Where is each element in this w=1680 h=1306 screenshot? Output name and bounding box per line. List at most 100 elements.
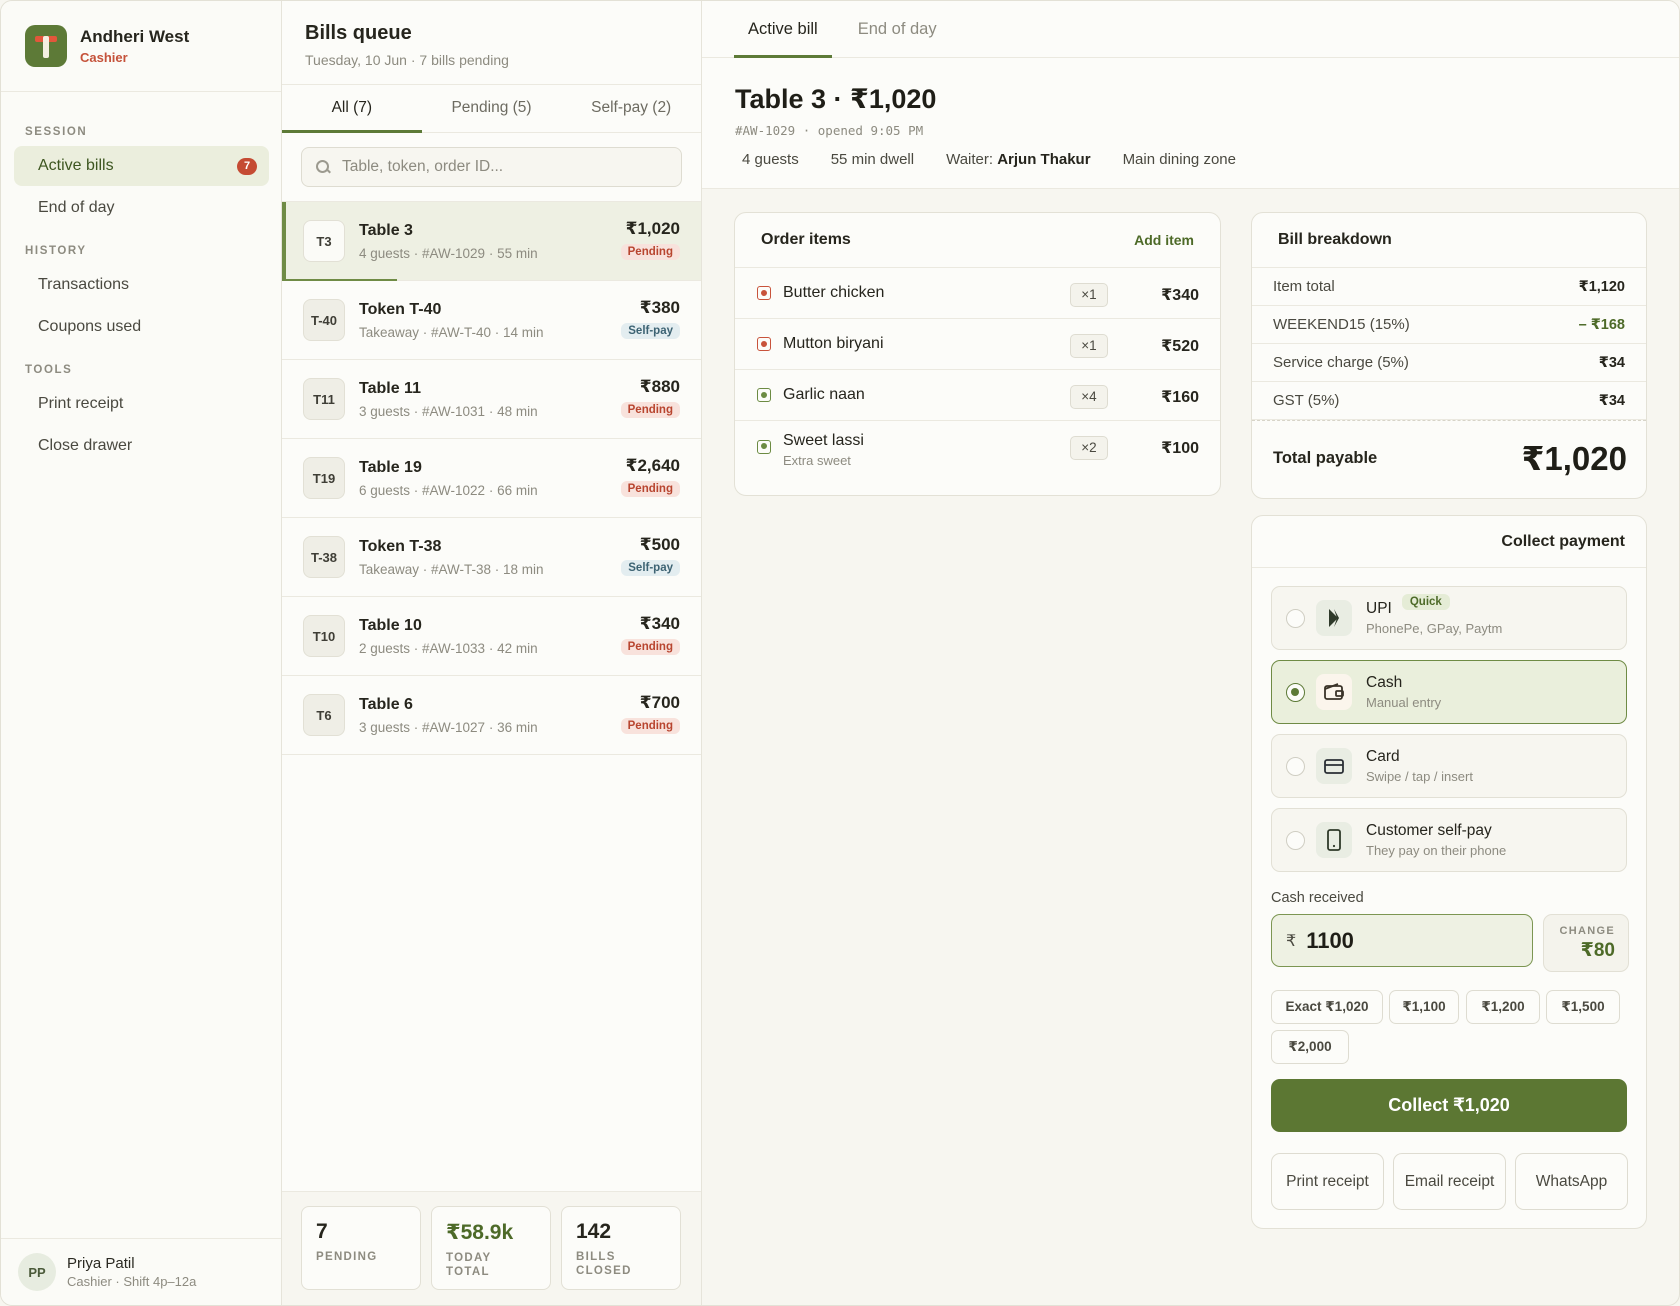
- bill-amount: ₹380: [639, 298, 680, 317]
- queue-stats: 7 PENDING ₹58.9k TODAY TOTAL 142 BILLS C…: [282, 1191, 701, 1305]
- sidebar-item-end-of-day[interactable]: End of day: [14, 188, 269, 228]
- dwell-time: 55 min dwell: [830, 151, 915, 168]
- sidebar-item-label: Print receipt: [38, 395, 124, 412]
- search-input[interactable]: [342, 158, 662, 176]
- item-quantity[interactable]: ×2: [1070, 436, 1108, 460]
- breakdown-value: – ₹168: [1578, 316, 1625, 333]
- tab-self-pay[interactable]: Self-pay (2): [561, 85, 701, 132]
- phone-icon: [1316, 822, 1352, 858]
- bill-meta: 4 guests · #AW-1029 · 55 min: [359, 245, 538, 261]
- rupee-icon: ₹: [1286, 932, 1297, 950]
- total-payable-label: Total payable: [1273, 449, 1378, 467]
- item-quantity[interactable]: ×4: [1070, 385, 1108, 409]
- payment-method-customer-self-pay[interactable]: Customer self-pay They pay on their phon…: [1271, 808, 1627, 872]
- stat-value: 7: [316, 1220, 328, 1243]
- non-veg-indicator-icon: [757, 286, 771, 300]
- bill-row[interactable]: T11 Table 11 3 guests · #AW-1031 · 48 mi…: [282, 360, 701, 439]
- bill-row[interactable]: T10 Table 10 2 guests · #AW-1033 · 42 mi…: [282, 597, 701, 676]
- sidebar-item-coupons-used[interactable]: Coupons used: [14, 307, 269, 347]
- order-item-row[interactable]: Sweet lassi Extra sweet ×2 ₹100: [735, 421, 1220, 472]
- tab-end-of-day[interactable]: End of day: [844, 1, 951, 57]
- collect-payment-title: Collect payment: [1501, 532, 1625, 550]
- queue-header: Bills queue Tuesday, 10 Jun · 7 bills pe…: [282, 1, 701, 85]
- item-quantity[interactable]: ×1: [1070, 334, 1108, 358]
- tab-pending[interactable]: Pending (5): [422, 85, 562, 132]
- payment-method-name: UPI: [1366, 600, 1392, 617]
- stat-label: PENDING: [316, 1251, 378, 1263]
- collect-payment-button[interactable]: Collect ₹1,020: [1271, 1079, 1627, 1132]
- tab-all[interactable]: All (7): [282, 85, 422, 133]
- brand-logo: [25, 25, 67, 67]
- bill-meta: Takeaway · #AW-T-40 · 14 min: [359, 324, 544, 340]
- order-items-card: Order items Add item Butter chicken ×1 ₹…: [734, 212, 1221, 496]
- payment-method-sub: Manual entry: [1366, 695, 1442, 710]
- bill-list: T3 Table 3 4 guests · #AW-1029 · 55 min …: [282, 202, 701, 755]
- cash-received-input[interactable]: [1306, 927, 1507, 954]
- item-price: ₹520: [1161, 338, 1199, 355]
- order-item-row[interactable]: Garlic naan ×4 ₹160: [735, 370, 1220, 421]
- sidebar-item-transactions[interactable]: Transactions: [14, 265, 269, 305]
- email-receipt-button[interactable]: Email receipt: [1393, 1153, 1506, 1210]
- order-item-row[interactable]: Butter chicken ×1 ₹340: [735, 268, 1220, 319]
- stat-today-total: ₹58.9k TODAY TOTAL: [431, 1206, 551, 1290]
- tab-active-bill[interactable]: Active bill: [734, 1, 832, 58]
- whatsapp-button[interactable]: WhatsApp: [1515, 1153, 1628, 1210]
- stat-value: 142: [576, 1220, 612, 1243]
- dining-zone: Main dining zone: [1122, 151, 1236, 168]
- guest-count: 4 guests: [742, 151, 799, 168]
- radio-button[interactable]: [1286, 682, 1305, 702]
- sidebar-item-close-drawer[interactable]: Close drawer: [14, 426, 269, 466]
- outlet-name: Andheri West: [80, 27, 190, 46]
- user-shift: Cashier · Shift 4p–12a: [67, 1274, 197, 1289]
- order-item-row[interactable]: Mutton biryani ×1 ₹520: [735, 319, 1220, 370]
- radio-button[interactable]: [1286, 756, 1305, 776]
- breakdown-label: Item total: [1273, 278, 1335, 295]
- waiter-name: Arjun Thakur: [997, 151, 1091, 168]
- quick-amount-2000[interactable]: ₹2,000: [1271, 1030, 1349, 1064]
- waiter: Waiter: Arjun Thakur: [946, 151, 1090, 168]
- quick-amount-1200[interactable]: ₹1,200: [1466, 990, 1540, 1024]
- item-name: Butter chicken: [783, 284, 885, 301]
- print-receipt-button[interactable]: Print receipt: [1271, 1153, 1384, 1210]
- quick-amount-1500[interactable]: ₹1,500: [1546, 990, 1620, 1024]
- bill-name: Table 6: [359, 695, 413, 713]
- payment-method-cash[interactable]: Cash Manual entry: [1271, 660, 1627, 724]
- bill-row[interactable]: T-40 Token T-40 Takeaway · #AW-T-40 · 14…: [282, 281, 701, 360]
- current-user[interactable]: PP Priya Patil Cashier · Shift 4p–12a: [1, 1238, 281, 1305]
- quick-amount-1100[interactable]: ₹1,100: [1389, 990, 1459, 1024]
- bill-name: Table 3: [359, 221, 413, 239]
- add-item-button[interactable]: Add item: [1134, 232, 1194, 248]
- section-label-session: SESSION: [25, 126, 88, 138]
- bill-row[interactable]: T3 Table 3 4 guests · #AW-1029 · 55 min …: [282, 202, 701, 281]
- bill-amount: ₹340: [639, 614, 680, 633]
- sidebar-item-print-receipt[interactable]: Print receipt: [14, 384, 269, 424]
- bill-breakdown-title: Bill breakdown: [1278, 231, 1392, 248]
- bill-name: Table 10: [359, 616, 422, 634]
- quick-amount-exact[interactable]: Exact ₹1,020: [1271, 990, 1383, 1024]
- sidebar-item-active-bills[interactable]: Active bills 7: [14, 146, 269, 186]
- queue-title: Bills queue: [305, 22, 412, 44]
- bill-row[interactable]: T-38 Token T-38 Takeaway · #AW-T-38 · 18…: [282, 518, 701, 597]
- radio-button[interactable]: [1286, 830, 1305, 850]
- bill-row[interactable]: T6 Table 6 3 guests · #AW-1027 · 36 min …: [282, 676, 701, 755]
- radio-button[interactable]: [1286, 608, 1305, 628]
- bill-title: Table 3 · ₹1,020: [735, 84, 937, 114]
- queue-tabs: All (7) Pending (5) Self-pay (2): [282, 85, 701, 133]
- avatar: PP: [18, 1253, 56, 1291]
- bill-amount: ₹700: [639, 693, 680, 712]
- bill-row[interactable]: T19 Table 19 6 guests · #AW-1022 · 66 mi…: [282, 439, 701, 518]
- search-box: [301, 147, 682, 187]
- item-quantity[interactable]: ×1: [1070, 283, 1108, 307]
- status-badge: Pending: [620, 244, 680, 260]
- bills-queue: Bills queue Tuesday, 10 Jun · 7 bills pe…: [282, 1, 702, 1305]
- user-name: Priya Patil: [67, 1255, 135, 1272]
- sidebar-item-label: Close drawer: [38, 437, 133, 454]
- breakdown-row: WEEKEND15 (15%) – ₹168: [1252, 306, 1646, 344]
- upi-icon: [1316, 600, 1352, 636]
- payment-method-card[interactable]: Card Swipe / tap / insert: [1271, 734, 1627, 798]
- bill-meta: Takeaway · #AW-T-38 · 18 min: [359, 561, 544, 577]
- search-bar: [282, 133, 701, 202]
- payment-method-upi[interactable]: UPI Quick PhonePe, GPay, Paytm: [1271, 586, 1627, 650]
- bill-token: T-38: [303, 536, 345, 578]
- status-badge: Pending: [620, 718, 680, 734]
